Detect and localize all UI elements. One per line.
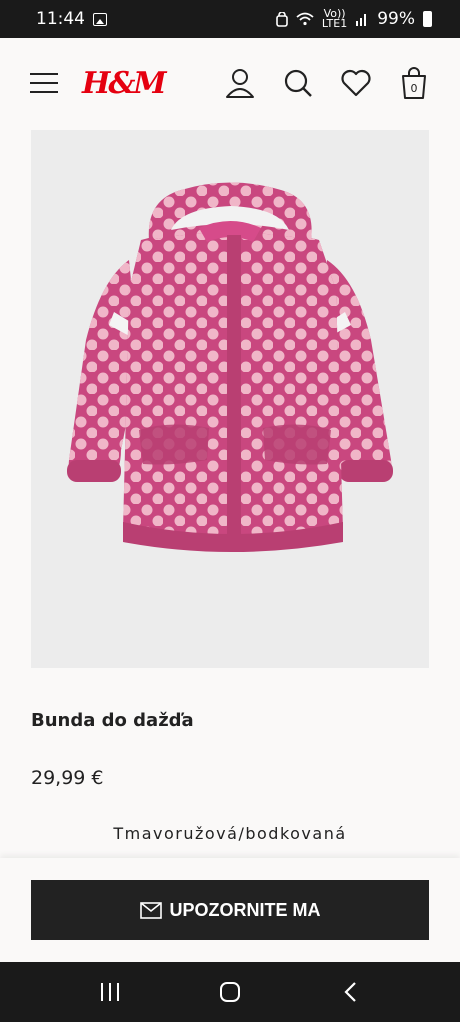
wifi-icon [296,12,314,26]
alarm-icon [276,11,288,27]
rain-jacket-illustration [67,182,393,552]
battery-percent: 99% [377,9,415,29]
menu-icon[interactable] [30,73,58,93]
bottom-action-panel: UPOZORNITE MA [0,858,460,962]
product-image[interactable] [31,130,429,668]
hm-logo[interactable]: H&M [82,66,167,101]
status-time: 11:44 [36,9,85,29]
product-price: 29,99 € [31,767,104,789]
mail-icon [139,901,162,919]
system-navigation-bar [0,962,460,1022]
home-icon[interactable] [210,972,250,1012]
site-header: H&M 0 [0,38,460,128]
back-icon[interactable] [330,972,370,1012]
search-icon[interactable] [282,67,314,99]
product-title: Bunda do dažďa [31,710,194,731]
status-bar: 11:44 Vo)) LTE1 99% [0,0,460,38]
notify-me-button[interactable]: UPOZORNITE MA [31,880,429,940]
notify-me-label: UPOZORNITE MA [169,899,321,920]
recent-apps-icon[interactable] [90,972,130,1012]
product-color[interactable]: Tmavoružová/bodkovaná [0,824,460,843]
signal-icon [356,14,367,26]
network-bottom-text: LTE1 [321,17,348,30]
bag-count: 0 [410,81,418,95]
battery-icon [423,11,432,27]
heart-icon[interactable] [340,67,372,99]
gallery-notification-icon [93,12,107,26]
bag-icon[interactable]: 0 [398,67,430,99]
account-icon[interactable] [224,67,256,99]
network-label: Vo)) LTE1 [321,8,348,30]
